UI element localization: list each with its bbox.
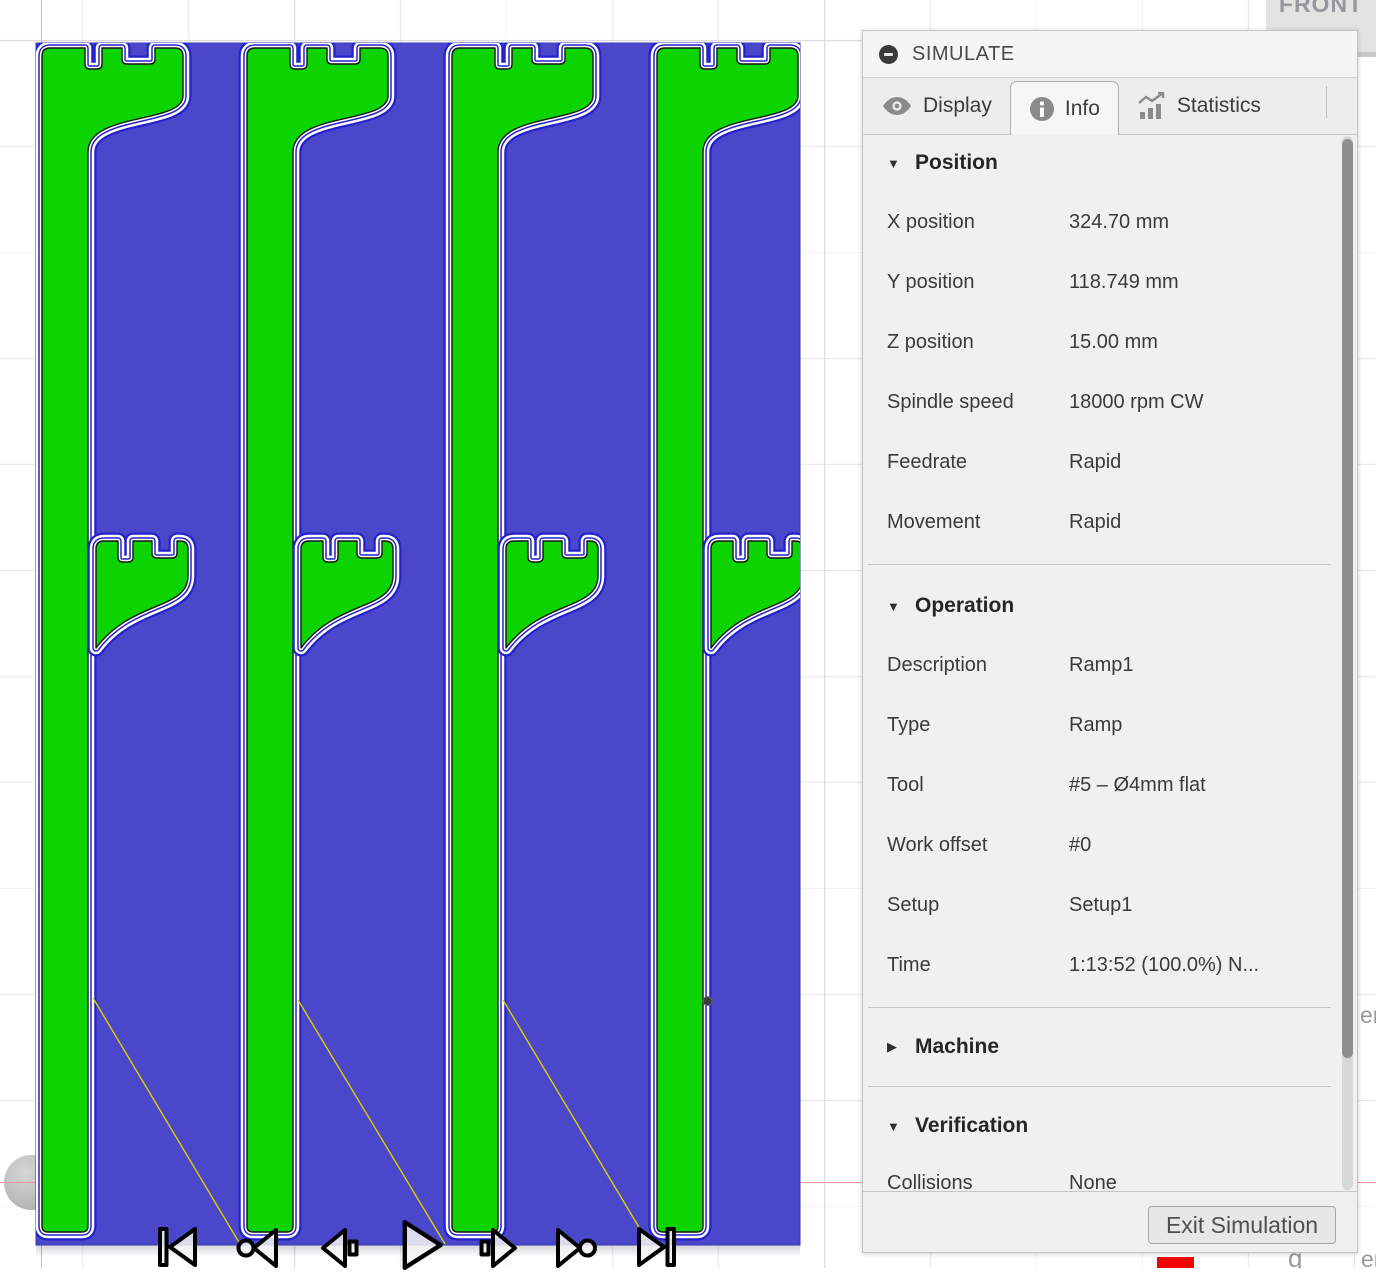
tab-info[interactable]: Info xyxy=(1009,81,1119,135)
row-label: Type xyxy=(887,713,931,736)
row-label: Z position xyxy=(887,330,974,353)
step-forward-icon xyxy=(479,1228,517,1268)
panel-scrollbar-thumb[interactable] xyxy=(1342,139,1353,1058)
row-label: Collisions xyxy=(887,1171,973,1193)
row-value: 18000 rpm CW xyxy=(1069,390,1204,413)
occluded-text-fragment: er xyxy=(1361,1246,1376,1272)
info-row-time: Time 1:13:52 (100.0%) N... xyxy=(863,935,1357,995)
previous-operation-button[interactable] xyxy=(235,1224,281,1270)
section-divider xyxy=(868,1007,1331,1008)
row-value: 15.00 mm xyxy=(1069,330,1158,353)
timeline-red-marker xyxy=(1157,1257,1194,1268)
next-operation-button[interactable] xyxy=(553,1224,599,1270)
play-icon xyxy=(402,1220,443,1270)
step-forward-button[interactable] xyxy=(475,1224,521,1270)
row-label: Time xyxy=(887,953,931,976)
row-label: Setup xyxy=(887,893,940,916)
statistics-icon xyxy=(1137,92,1167,120)
info-tab-content: ▼ Position X position 324.70 mm Y positi… xyxy=(863,134,1357,1192)
row-label: Y position xyxy=(887,270,975,293)
info-row-x-position: X position 324.70 mm xyxy=(863,192,1357,252)
exit-simulation-button[interactable]: Exit Simulation xyxy=(1148,1206,1336,1244)
row-label: Work offset xyxy=(887,833,988,856)
tab-statistics[interactable]: Statistics xyxy=(1119,78,1279,134)
skip-to-end-button[interactable] xyxy=(633,1224,679,1270)
machining-simulation xyxy=(35,42,801,1246)
row-value: #0 xyxy=(1069,833,1092,856)
row-value: 1:13:52 (100.0%) N... xyxy=(1069,953,1260,976)
previous-operation-icon xyxy=(236,1228,278,1268)
section-title: Position xyxy=(915,151,998,174)
section-title: Operation xyxy=(915,594,1015,617)
tab-label: Statistics xyxy=(1176,94,1261,117)
info-row-description: Description Ramp1 xyxy=(863,635,1357,695)
row-label: Movement xyxy=(887,510,981,533)
step-back-button[interactable] xyxy=(317,1224,363,1270)
tab-label: Display xyxy=(923,94,992,117)
info-row-y-position: Y position 118.749 mm xyxy=(863,252,1357,312)
section-divider xyxy=(868,564,1331,565)
disclosure-triangle-icon: ▼ xyxy=(887,1118,900,1134)
info-row-work-offset: Work offset #0 xyxy=(863,815,1357,875)
row-value: 324.70 mm xyxy=(1069,210,1170,233)
section-header-verification[interactable]: ▼ Verification xyxy=(863,1099,1357,1153)
row-label: Spindle speed xyxy=(887,390,1014,413)
section-header-position[interactable]: ▼ Position xyxy=(863,134,1357,192)
info-row-spindle-speed: Spindle speed 18000 rpm CW xyxy=(863,372,1357,432)
info-row-movement: Movement Rapid xyxy=(863,492,1357,552)
eye-icon xyxy=(881,96,913,116)
section-header-operation[interactable]: ▼ Operation xyxy=(863,577,1357,635)
tool-position-marker xyxy=(702,996,713,1006)
skip-to-end-icon xyxy=(637,1227,676,1267)
row-value: Setup1 xyxy=(1069,893,1133,916)
disclosure-triangle-icon: ▼ xyxy=(887,155,900,171)
section-header-machine[interactable]: ▶ Machine xyxy=(863,1020,1357,1074)
tabbar-separator xyxy=(1326,86,1327,118)
info-row-z-position: Z position 15.00 mm xyxy=(863,312,1357,372)
row-value: Rapid xyxy=(1069,510,1122,533)
play-button[interactable] xyxy=(395,1220,445,1270)
row-value: None xyxy=(1069,1171,1117,1193)
info-row-type: Type Ramp xyxy=(863,695,1357,755)
tab-display[interactable]: Display xyxy=(863,78,1010,134)
row-label: X position xyxy=(887,210,975,233)
row-value: 118.749 mm xyxy=(1069,270,1179,293)
row-value: Rapid xyxy=(1069,450,1122,473)
row-value: #5 – Ø4mm flat xyxy=(1069,773,1206,796)
tab-label: Info xyxy=(1064,96,1100,120)
section-title: Verification xyxy=(915,1114,1029,1137)
info-row-tool: Tool #5 – Ø4mm flat xyxy=(863,755,1357,815)
section-divider xyxy=(868,1086,1331,1087)
panel-footer: Exit Simulation xyxy=(863,1191,1357,1252)
row-value: Ramp xyxy=(1069,713,1123,736)
panel-title: SIMULATE xyxy=(912,42,1015,65)
view-cube-front-label: FRONT xyxy=(1278,0,1364,17)
step-back-icon xyxy=(321,1228,359,1268)
row-label: Description xyxy=(887,653,988,676)
info-row-setup: Setup Setup1 xyxy=(863,875,1357,935)
occluded-text-fragment: er xyxy=(1360,1002,1376,1028)
collapse-icon[interactable] xyxy=(879,44,898,64)
simulate-panel-header[interactable]: SIMULATE xyxy=(863,31,1357,78)
row-label: Tool xyxy=(887,773,924,796)
next-operation-icon xyxy=(556,1228,597,1268)
row-value: Ramp1 xyxy=(1069,653,1134,676)
disclosure-triangle-icon: ▼ xyxy=(887,598,900,614)
disclosure-triangle-icon: ▶ xyxy=(887,1039,897,1054)
skip-to-start-icon xyxy=(158,1227,197,1267)
panel-tabbar: Display Info Statistics xyxy=(863,78,1357,135)
info-row-collisions: Collisions None xyxy=(863,1153,1357,1193)
info-icon xyxy=(1029,96,1055,122)
row-label: Feedrate xyxy=(887,450,968,473)
simulate-panel: SIMULATE Display Info Statistics ▼ Posit… xyxy=(862,30,1358,1253)
skip-to-start-button[interactable] xyxy=(155,1224,201,1270)
info-row-feedrate: Feedrate Rapid xyxy=(863,432,1357,492)
section-title: Machine xyxy=(915,1035,1000,1058)
